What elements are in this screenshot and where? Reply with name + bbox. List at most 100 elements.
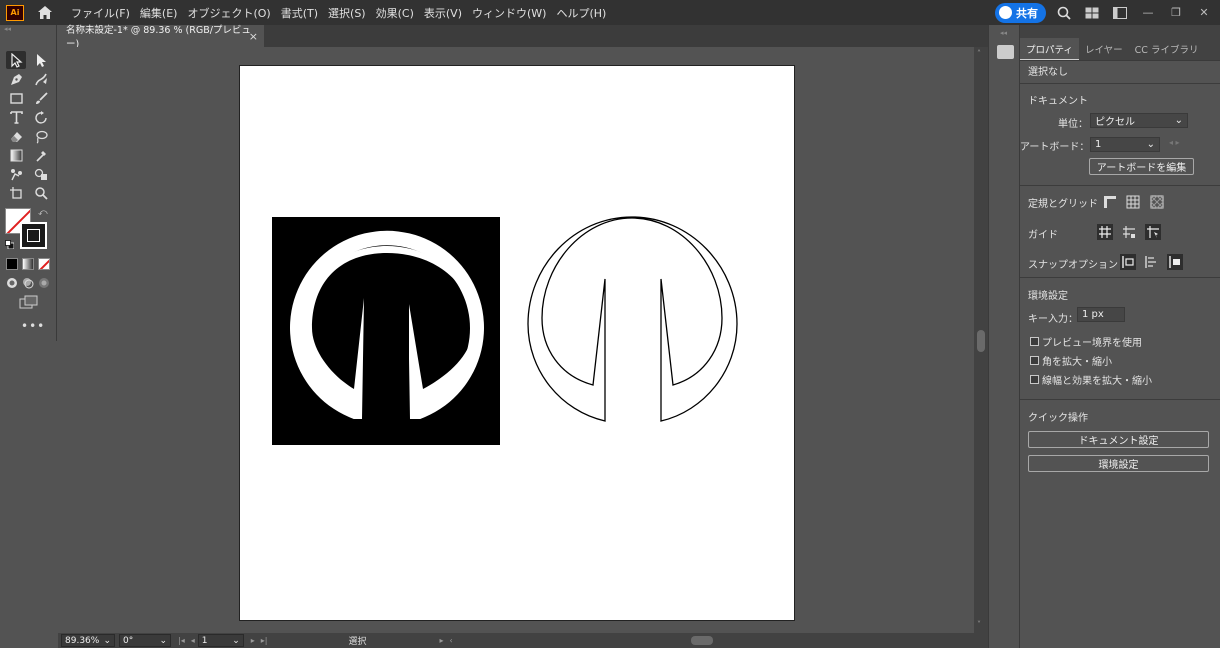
scroll-left-icon[interactable]: ‹ [449, 636, 452, 645]
artboard-nav-icon[interactable]: ◂ ▸ [1169, 138, 1180, 147]
menu-item-1[interactable]: 編集(E) [135, 5, 183, 21]
arrange-documents-icon[interactable] [1082, 4, 1102, 22]
key-input-label: キー入力： [1028, 314, 1078, 325]
minimize-icon[interactable]: — [1138, 6, 1158, 19]
comments-icon[interactable] [997, 45, 1014, 59]
checkbox-box[interactable] [1030, 337, 1039, 346]
paintbrush-tool-icon[interactable] [31, 89, 51, 107]
scroll-up-icon[interactable]: ˄ [977, 49, 981, 58]
draw-inside-icon[interactable] [38, 277, 50, 289]
filled-logo[interactable] [272, 217, 500, 445]
screen-mode-icon[interactable] [19, 295, 39, 309]
canvas-area[interactable] [58, 47, 974, 633]
lasso-tool-icon[interactable] [31, 127, 51, 145]
close-window-icon[interactable]: ✕ [1194, 6, 1214, 19]
puppet-warp-tool-icon[interactable] [6, 165, 26, 183]
draw-behind-icon[interactable] [22, 277, 34, 289]
document-tab[interactable]: 名称未設定-1* @ 89.36 % (RGB/プレビュー) × [58, 25, 264, 50]
panel-grip[interactable]: ◂◂ [0, 25, 56, 34]
artboard-number-field[interactable]: 1 ⌄ [197, 634, 244, 647]
more-tools-icon[interactable]: ••• [21, 319, 45, 333]
unit-select[interactable]: ピクセル ⌄ [1090, 113, 1188, 128]
key-input-field[interactable]: 1 px [1077, 307, 1125, 322]
default-colors-icon[interactable] [5, 239, 15, 250]
preview-bounds-checkbox[interactable]: プレビュー境界を使用 [1030, 334, 1142, 349]
draw-normal-icon[interactable] [6, 277, 18, 289]
checkbox-box[interactable] [1030, 375, 1039, 384]
menu-item-6[interactable]: 表示(V) [419, 5, 467, 21]
direct-selection-tool-icon[interactable] [31, 51, 51, 69]
outlined-logo[interactable] [527, 216, 738, 422]
artboard[interactable] [239, 65, 795, 621]
artboard-value: 1 [1095, 139, 1102, 150]
curvature-tool-icon[interactable] [31, 70, 51, 88]
transparency-grid-icon[interactable] [1149, 194, 1165, 210]
show-guides-icon[interactable] [1097, 224, 1113, 240]
menu-item-2[interactable]: オブジェクト(O) [182, 5, 275, 21]
menu-item-3[interactable]: 書式(T) [276, 5, 323, 21]
prev-artboard-icon[interactable]: ◂ [191, 636, 195, 645]
color-mode-icon[interactable] [6, 258, 18, 270]
selection-tool-icon[interactable] [6, 51, 26, 69]
eraser-tool-icon[interactable] [6, 127, 26, 145]
tab-layers[interactable]: レイヤー [1079, 38, 1129, 60]
artboard-label: アートボード： [1020, 142, 1090, 153]
lock-guides-icon[interactable] [1121, 224, 1137, 240]
horizontal-scroll-thumb[interactable] [690, 636, 713, 645]
close-tab-icon[interactable]: × [249, 30, 258, 43]
snap-to-pixel-icon[interactable] [1167, 254, 1183, 270]
grid-icon[interactable] [1125, 194, 1141, 210]
horizontal-scrollbar[interactable] [456, 634, 968, 647]
pen-tool-icon[interactable] [6, 70, 26, 88]
edit-artboard-button[interactable]: アートボードを編集 [1089, 158, 1194, 175]
eyedropper-tool-icon[interactable] [31, 146, 51, 164]
snap-to-point-icon[interactable] [1120, 254, 1136, 270]
scale-corners-checkbox[interactable]: 角を拡大・縮小 [1030, 353, 1112, 368]
share-button[interactable]: 共有 [995, 2, 1046, 23]
checkbox-box[interactable] [1030, 356, 1039, 365]
last-artboard-icon[interactable]: ▸| [261, 636, 268, 645]
rectangle-tool-icon[interactable] [6, 89, 26, 107]
first-artboard-icon[interactable]: |◂ [178, 636, 185, 645]
tab-properties[interactable]: プロパティ [1020, 38, 1079, 60]
restore-icon[interactable]: ❐ [1166, 6, 1186, 19]
document-settings-button[interactable]: ドキュメント設定 [1028, 431, 1209, 448]
next-artboard-icon[interactable]: ▸ [251, 636, 255, 645]
artboard-select[interactable]: 1 ⌄ [1090, 137, 1160, 152]
ruler-icon[interactable] [1102, 194, 1118, 210]
status-menu-icon[interactable]: ▸ [439, 636, 443, 645]
preview-bounds-label: プレビュー境界を使用 [1042, 338, 1142, 349]
menu-item-8[interactable]: ヘルプ(H) [551, 5, 611, 21]
divider [1020, 83, 1220, 84]
swap-colors-icon[interactable]: ⤺ [38, 208, 50, 218]
snap-to-grid-icon[interactable] [1143, 254, 1159, 270]
zoom-tool-icon[interactable] [31, 184, 51, 202]
menu-item-7[interactable]: ウィンドウ(W) [467, 5, 551, 21]
type-tool-icon[interactable] [6, 108, 26, 126]
panel-grip[interactable]: ◂◂ [1000, 29, 1007, 37]
vertical-scrollbar[interactable]: ˄ ˅ [974, 47, 988, 633]
vertical-scroll-thumb[interactable] [977, 330, 985, 352]
home-icon[interactable] [34, 3, 56, 23]
preferences-button[interactable]: 環境設定 [1028, 455, 1209, 472]
artboard-tool-icon[interactable] [6, 184, 26, 202]
none-mode-icon[interactable] [38, 258, 50, 270]
menu-item-5[interactable]: 効果(C) [371, 5, 419, 21]
chevron-down-icon: ⌄ [232, 635, 240, 646]
workspace-icon[interactable] [1110, 4, 1130, 22]
scroll-down-icon[interactable]: ˅ [977, 620, 981, 629]
smart-guides-icon[interactable] [1145, 224, 1161, 240]
scale-strokes-checkbox[interactable]: 線幅と効果を拡大・縮小 [1030, 372, 1152, 387]
menu-item-0[interactable]: ファイル(F) [66, 5, 135, 21]
zoom-field[interactable]: 89.36% ⌄ [61, 634, 115, 647]
divider [1020, 277, 1220, 278]
tab-cc-libraries[interactable]: CC ライブラリ [1129, 38, 1205, 60]
stroke-swatch[interactable] [20, 222, 47, 249]
gradient-mode-icon[interactable] [22, 258, 34, 270]
rotate-tool-icon[interactable] [31, 108, 51, 126]
menu-item-4[interactable]: 選択(S) [323, 5, 371, 21]
shape-builder-tool-icon[interactable] [31, 165, 51, 183]
gradient-tool-icon[interactable] [6, 146, 26, 164]
rotation-field[interactable]: 0° ⌄ [119, 634, 171, 647]
search-icon[interactable] [1054, 4, 1074, 22]
